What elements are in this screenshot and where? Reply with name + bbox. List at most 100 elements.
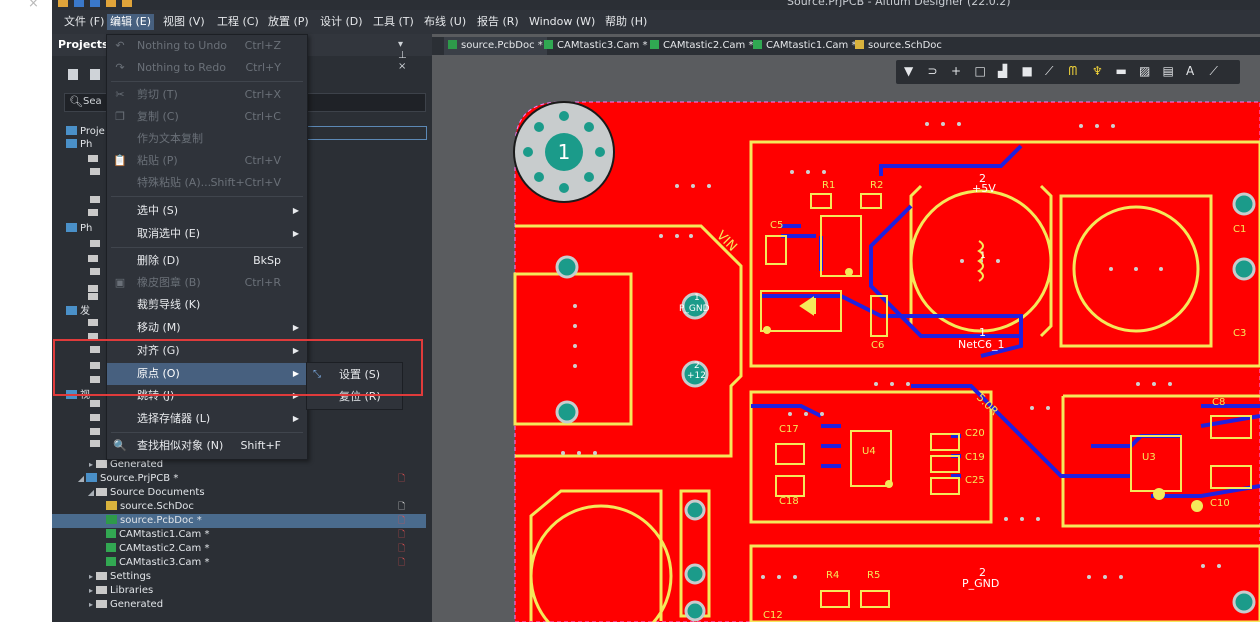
tree-stub-item[interactable]: Ph: [66, 139, 92, 151]
folder-icon: [90, 400, 100, 407]
tree-stub-item[interactable]: Ph: [66, 223, 92, 235]
expand-toggle-icon[interactable]: ◢: [76, 472, 86, 486]
menu-item[interactable]: ❐ 复制 (C) Ctrl+C: [107, 106, 307, 128]
expand-toggle-icon[interactable]: ▸: [86, 598, 96, 612]
tree-stub-item[interactable]: 发: [66, 306, 90, 318]
menu-item[interactable]: 选中 (S) ▶: [107, 200, 307, 222]
pcb-designator-label: +12: [687, 371, 706, 381]
tree-row[interactable]: CAMtastic1.Cam * 🗋: [52, 528, 426, 542]
menu-7[interactable]: 布线 (U): [421, 14, 469, 30]
redo-icon: ↷: [115, 61, 125, 74]
expand-toggle-icon[interactable]: ◢: [86, 486, 96, 500]
tree-item-label: Source Documents: [110, 487, 205, 498]
menu-item[interactable]: 🔍 查找相似对象 (N) Shift+F: [107, 435, 307, 457]
menu-item[interactable]: ✂ 剪切 (T) Ctrl+X: [107, 84, 307, 106]
menu-item[interactable]: ↶ Nothing to Undo Ctrl+Z: [107, 35, 307, 57]
pcb-designator-label: NetC6_1: [958, 338, 1005, 351]
pcb-active-bar: ▼ ⊃ + □ ▟ ■ ⟋ ᗰ ♆ ▬ ▨ ▤ A ⟋: [896, 60, 1240, 84]
folder-icon: [90, 268, 100, 275]
tree-row[interactable]: ▸ Generated: [52, 458, 426, 472]
close-icon[interactable]: ×: [28, 0, 39, 11]
pcb-tool-icon[interactable]: ▟: [998, 65, 1007, 78]
tree-row[interactable]: ▸ Generated: [52, 598, 426, 612]
menu-item[interactable]: 📋 粘贴 (P) Ctrl+V: [107, 150, 307, 172]
folder-icon: [96, 600, 107, 608]
tree-stub-item[interactable]: Proje: [66, 126, 105, 138]
open-project-icon[interactable]: [122, 0, 132, 7]
expand-toggle-icon[interactable]: ▸: [86, 584, 96, 598]
pcb-designator-label: R1: [822, 180, 835, 191]
folder-icon: [88, 285, 98, 292]
menu-item[interactable]: 移动 (M) ▶: [107, 317, 307, 339]
pcb-designator-label: C3: [1233, 328, 1246, 339]
tree-row[interactable]: ◢ Source Documents: [52, 486, 426, 500]
tree-item-label: Settings: [110, 571, 152, 582]
menu-item[interactable]: 删除 (D) BkSp: [107, 250, 307, 272]
menu-1[interactable]: 编辑 (E): [107, 14, 155, 30]
tab-label: source.SchDoc: [868, 40, 942, 51]
pcb-designator-label: C8: [1212, 397, 1225, 408]
pcb-tool-icon[interactable]: ▤: [1163, 65, 1174, 78]
tree-row[interactable]: ▸ Settings: [52, 570, 426, 584]
save-icon[interactable]: [74, 0, 84, 7]
pcb-tool-icon[interactable]: ⟋: [1210, 65, 1218, 78]
pcb-tool-icon[interactable]: A: [1186, 65, 1194, 78]
expand-toggle-icon[interactable]: ▸: [86, 458, 96, 472]
menu-item[interactable]: 作为文本复制: [107, 128, 307, 150]
menu-10[interactable]: 帮助 (H): [602, 14, 650, 30]
open-folder-icon[interactable]: [106, 0, 116, 7]
menu-item[interactable]: 选择存储器 (L) ▶: [107, 408, 307, 430]
cam-doc-icon: [106, 543, 116, 552]
pcb-designator-label: U3: [1142, 452, 1156, 463]
pcb-tool-icon[interactable]: ▼: [904, 65, 913, 78]
tree-item-label: Generated: [110, 459, 164, 470]
menu-9[interactable]: Window (W): [526, 14, 598, 30]
copy-icon: ❐: [115, 110, 125, 123]
pcb-tool-icon[interactable]: ᗰ: [1069, 65, 1078, 78]
tree-row[interactable]: ◢ Source.PrjPCB * 🗋: [52, 472, 426, 486]
doc-tab[interactable]: CAMtastic1.Cam *: [749, 37, 860, 55]
pcb-board-outline: [514, 101, 1260, 622]
pcb-tool-icon[interactable]: +: [951, 65, 961, 78]
tree-row[interactable]: CAMtastic2.Cam * 🗋: [52, 542, 426, 556]
document-icon[interactable]: [90, 69, 100, 80]
menu-5[interactable]: 设计 (D): [317, 14, 366, 30]
pcb-tool-icon[interactable]: ■: [1022, 65, 1033, 78]
menu-item[interactable]: ▣ 橡皮图章 (B) Ctrl+R: [107, 272, 307, 294]
menu-2[interactable]: 视图 (V): [160, 14, 208, 30]
pcb-canvas[interactable]: 1 VINR1 R2C5C62+5V1NetC6_111P_GND2+125.0…: [441, 86, 1260, 622]
pcb-tool-icon[interactable]: ⟋: [1045, 65, 1053, 78]
doc-tab[interactable]: CAMtastic2.Cam *: [646, 37, 757, 55]
menu-item[interactable]: 特殊粘贴 (A)... Shift+Ctrl+V: [107, 172, 307, 194]
pcb-tool-icon[interactable]: ▨: [1139, 65, 1150, 78]
pcb-tool-icon[interactable]: ♆: [1092, 65, 1103, 78]
doc-tab[interactable]: CAMtastic3.Cam *: [540, 37, 651, 55]
folder-icon: [88, 255, 98, 262]
doc-tab[interactable]: source.SchDoc: [851, 37, 946, 55]
expand-toggle-icon[interactable]: ▸: [86, 570, 96, 584]
doc-icon: [753, 40, 762, 49]
save-icon[interactable]: [68, 69, 78, 80]
menu-6[interactable]: 工具 (T): [370, 14, 417, 30]
menu-3[interactable]: 工程 (C): [214, 14, 262, 30]
menu-item[interactable]: 裁剪导线 (K): [107, 294, 307, 316]
tree-item-label: Generated: [110, 599, 164, 610]
tree-row[interactable]: CAMtastic3.Cam * 🗋: [52, 556, 426, 570]
pcb-tool-icon[interactable]: □: [975, 65, 986, 78]
menu-item[interactable]: 取消选中 (E) ▶: [107, 223, 307, 245]
menu-shortcut: Ctrl+R: [244, 276, 281, 289]
save-all-icon[interactable]: [90, 0, 100, 7]
menu-item[interactable]: ↷ Nothing to Redo Ctrl+Y: [107, 57, 307, 79]
menu-0[interactable]: 文件 (F): [61, 14, 107, 30]
menu-8[interactable]: 报告 (R): [474, 14, 522, 30]
doc-tab[interactable]: source.PcbDoc *: [444, 37, 547, 55]
pcb-tool-icon[interactable]: ⊃: [928, 65, 938, 78]
menu-item-label: 剪切 (T): [137, 88, 178, 101]
pcb-designator-label: R4: [826, 570, 839, 581]
tree-row[interactable]: ▸ Libraries: [52, 584, 426, 598]
menu-item-label: 粘贴 (P): [137, 154, 178, 167]
pcb-tool-icon[interactable]: ▬: [1116, 65, 1127, 78]
tree-row[interactable]: source.PcbDoc * 🗋: [52, 514, 426, 528]
menu-4[interactable]: 放置 (P): [265, 14, 312, 30]
tree-row[interactable]: source.SchDoc 🗋: [52, 500, 426, 514]
